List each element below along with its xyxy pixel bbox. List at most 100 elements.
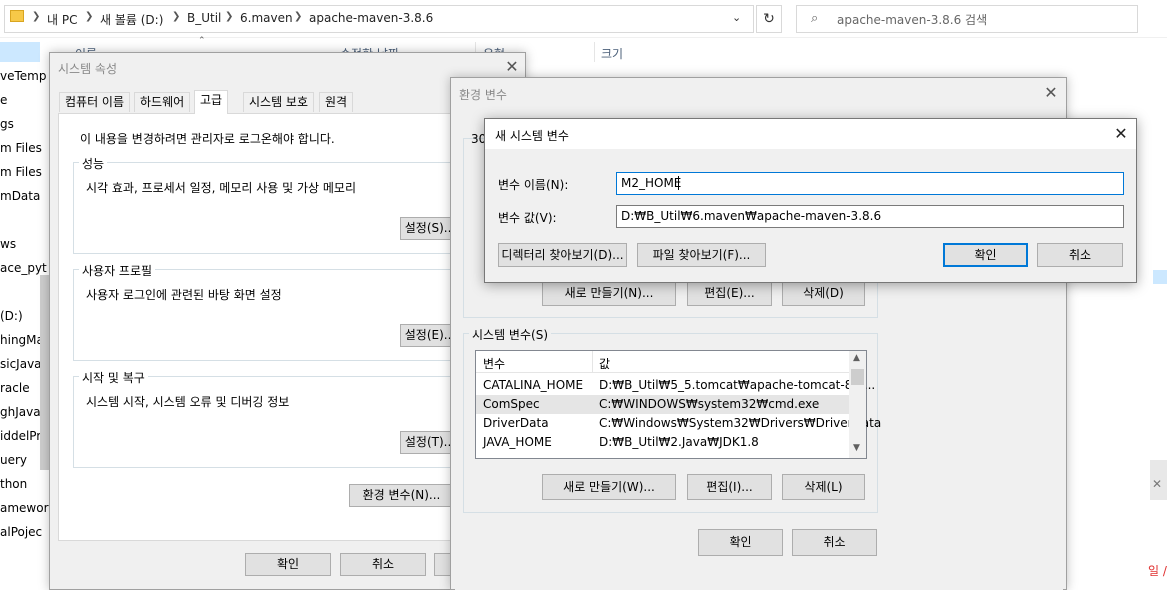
tab-system-protection[interactable]: 시스템 보호 (243, 92, 315, 112)
chevron-down-icon[interactable]: ⌄ (732, 11, 741, 24)
column-header-size[interactable]: 크기 (601, 45, 623, 62)
breadcrumb-butil[interactable]: B_Util (187, 11, 221, 25)
variable-name-field[interactable]: M2_HOME (616, 172, 1124, 195)
nav-item[interactable]: uery (0, 453, 27, 467)
column-divider (594, 42, 595, 62)
table-row[interactable]: JAVA_HOME D:₩B_Util₩2.Java₩JDK1.8 (476, 433, 849, 452)
breadcrumb-separator-icon: ❯ (32, 11, 41, 22)
performance-label: 성능 (79, 155, 108, 172)
tab-advanced[interactable]: 고급 (194, 90, 229, 114)
text-cursor (678, 176, 679, 190)
scroll-up-icon[interactable]: ▲ (853, 353, 860, 363)
right-edge-highlight (1153, 270, 1167, 284)
breadcrumb-mypc[interactable]: 내 PC (47, 11, 77, 28)
nav-scrollbar[interactable] (40, 275, 49, 470)
list-scrollbar[interactable]: ▲ ▼ (849, 351, 866, 458)
environment-variables-button[interactable]: 환경 변수(N)... (349, 484, 454, 507)
nav-item[interactable]: hingMa (0, 333, 44, 347)
list-header: 변수 값 (476, 351, 849, 373)
table-row[interactable]: CATALINA_HOME D:₩B_Util₩5_5.tomcat₩apach… (476, 376, 875, 395)
nav-item[interactable]: sicJava (0, 357, 42, 371)
admin-note: 이 내용을 변경하려면 관리자로 로그온해야 합니다. (80, 132, 335, 146)
refresh-button[interactable]: ↻ (756, 5, 782, 33)
nav-item[interactable]: m Files (0, 165, 42, 179)
nav-item[interactable]: amewor (0, 501, 49, 515)
nav-item[interactable]: ghJava (0, 405, 41, 419)
header-variable[interactable]: 변수 (483, 355, 505, 372)
variable-value-label: 변수 값(V): (498, 211, 557, 225)
nav-item[interactable]: e (0, 93, 7, 107)
new-var-ok-button[interactable]: 확인 (943, 243, 1028, 267)
search-input[interactable]: ⌕ apache-maven-3.8.6 검색 (796, 5, 1138, 33)
refresh-icon: ↻ (763, 11, 775, 27)
sort-caret-icon: ⌃ (198, 36, 206, 46)
browse-file-button[interactable]: 파일 찾아보기(F)... (637, 243, 766, 267)
breadcrumb-separator-icon: ❯ (225, 11, 234, 22)
row-name: ComSpec (483, 397, 540, 411)
table-row[interactable]: DriverData C:₩Windows₩System32₩Drivers₩D… (476, 414, 881, 433)
search-placeholder: apache-maven-3.8.6 검색 (837, 13, 988, 27)
system-delete-button[interactable]: 삭제(L) (782, 474, 865, 500)
nav-item[interactable]: veTemp (0, 69, 46, 83)
env-ok-button[interactable]: 확인 (698, 529, 783, 556)
close-icon[interactable]: ✕ (1041, 83, 1061, 102)
system-variables-label: 시스템 변수(S) (469, 326, 551, 343)
user-profile-label: 사용자 프로필 (79, 262, 156, 279)
row-name: JAVA_HOME (483, 435, 552, 449)
system-new-button[interactable]: 새로 만들기(W)... (542, 474, 676, 500)
breadcrumb-separator-icon: ❯ (85, 11, 94, 22)
nav-item[interactable]: gs (0, 117, 14, 131)
row-name: CATALINA_HOME (483, 378, 584, 392)
scroll-thumb[interactable] (851, 369, 864, 385)
table-row[interactable]: ComSpec C:₩WINDOWS₩system32₩cmd.exe (476, 395, 849, 414)
user-edit-button[interactable]: 편집(E)... (687, 281, 772, 306)
header-value[interactable]: 값 (599, 355, 610, 372)
header-divider (592, 351, 593, 373)
title-bar (485, 119, 1136, 149)
close-icon[interactable]: ✕ (1111, 124, 1131, 143)
system-edit-button[interactable]: 편집(I)... (687, 474, 772, 500)
nav-item[interactable]: (D:) (0, 309, 23, 323)
nav-selection (0, 42, 40, 62)
nav-item[interactable]: ace_pyt (0, 261, 47, 275)
system-props-cancel-button[interactable]: 취소 (340, 553, 426, 576)
user-delete-button[interactable]: 삭제(D) (782, 281, 865, 306)
startup-desc: 시스템 시작, 시스템 오류 및 디버깅 정보 (86, 395, 290, 409)
breadcrumb-current[interactable]: apache-maven-3.8.6 (309, 11, 433, 25)
tab-remote[interactable]: 원격 (319, 92, 354, 112)
variable-value-field[interactable]: D:₩B_Util₩6.maven₩apache-maven-3.8.6 (616, 205, 1124, 228)
user-new-button[interactable]: 새로 만들기(N)... (542, 281, 676, 306)
row-value: D:₩B_Util₩2.Java₩JDK1.8 (599, 435, 759, 449)
performance-desc: 시각 효과, 프로세서 일정, 메모리 사용 및 가상 메모리 (86, 181, 356, 195)
dialog-title: 시스템 속성 (58, 62, 118, 76)
new-var-cancel-button[interactable]: 취소 (1037, 243, 1123, 267)
row-value: C:₩WINDOWS₩system32₩cmd.exe (599, 397, 820, 411)
nav-item[interactable]: mData (0, 189, 40, 203)
breadcrumb-separator-icon: ❯ (172, 11, 181, 22)
tab-computer-name[interactable]: 컴퓨터 이름 (59, 92, 131, 112)
dialog-title: 환경 변수 (459, 88, 507, 102)
breadcrumb-maven[interactable]: 6.maven (240, 11, 293, 25)
system-variables-list[interactable]: 변수 값 CATALINA_HOME D:₩B_Util₩5_5.tomcat₩… (475, 350, 881, 459)
row-value: C:₩Windows₩System32₩Drivers₩DriverData (599, 416, 882, 430)
nav-item[interactable]: m Files (0, 141, 42, 155)
tab-hardware[interactable]: 하드웨어 (134, 92, 191, 112)
env-cancel-button[interactable]: 취소 (792, 529, 877, 556)
system-props-ok-button[interactable]: 확인 (245, 553, 331, 576)
user-profile-desc: 사용자 로그인에 관련된 바탕 화면 설정 (86, 288, 282, 302)
dialog-title: 새 시스템 변수 (495, 129, 569, 143)
browse-directory-button[interactable]: 디렉터리 찾아보기(D)... (498, 243, 627, 267)
row-value: D:₩B_Util₩5_5.tomcat₩apache-tomcat-8.5..… (599, 378, 876, 392)
search-icon: ⌕ (811, 11, 819, 26)
close-icon: ✕ (1152, 477, 1163, 491)
nav-item[interactable]: racle (0, 381, 30, 395)
breadcrumb-volume[interactable]: 새 볼륨 (D:) (100, 11, 163, 28)
close-icon[interactable]: ✕ (502, 57, 522, 76)
nav-item[interactable]: alPojec (0, 525, 42, 539)
right-edge-text: 일 / (1148, 564, 1167, 578)
folder-icon (10, 10, 24, 22)
nav-item[interactable]: ws (0, 237, 16, 251)
nav-item[interactable]: thon (0, 477, 27, 491)
breadcrumb-separator-icon: ❯ (294, 11, 303, 22)
scroll-down-icon[interactable]: ▼ (853, 443, 860, 453)
